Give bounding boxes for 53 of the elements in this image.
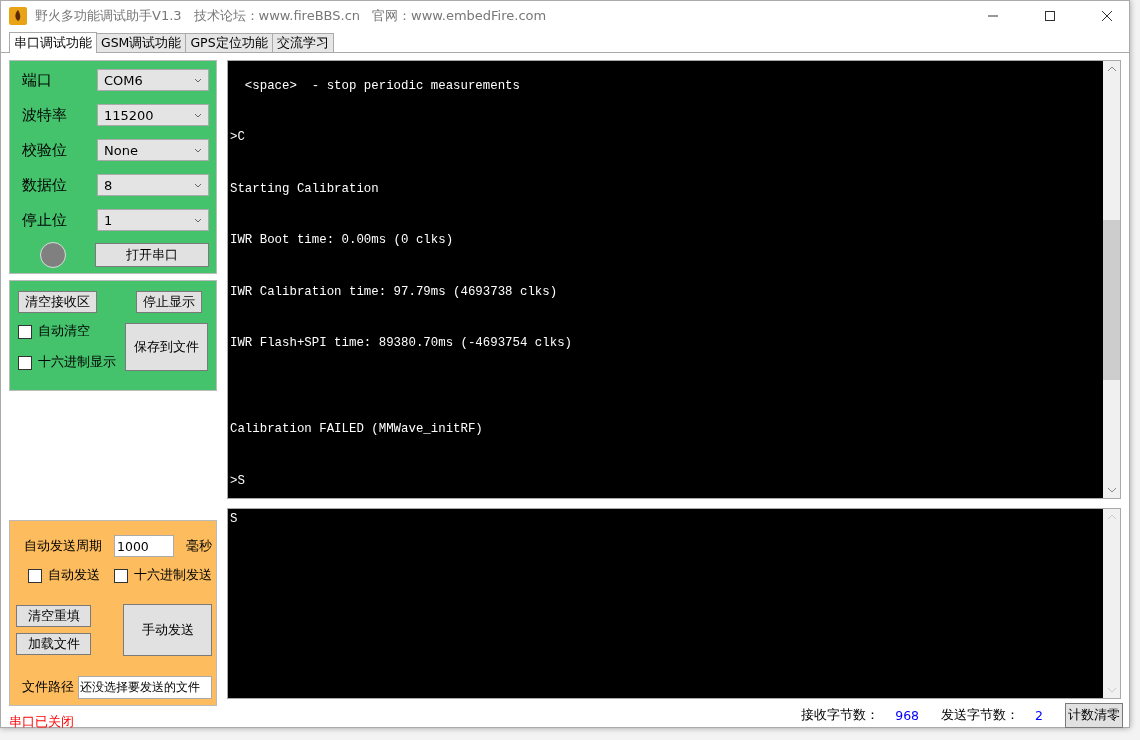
checkbox-label: 十六进制发送 [134,567,212,584]
save-to-file-button[interactable]: 保存到文件 [125,323,208,371]
stop-display-button[interactable]: 停止显示 [136,291,202,313]
flame-logo-icon [9,7,27,25]
caret-icon [194,182,202,188]
checkbox-label: 自动发送 [48,567,100,584]
period-label: 自动发送周期 [24,537,102,555]
dropdown[interactable]: COM6 [97,69,209,91]
caret-icon [194,147,202,153]
tab[interactable]: GPS定位功能 [185,33,273,52]
checkbox[interactable] [18,324,32,339]
setting-label: 停止位 [22,210,67,230]
file-path-field[interactable]: 还没选择要发送的文件 [78,676,212,699]
scroll-down-icon[interactable] [1106,486,1117,494]
clear-refill-button[interactable]: 清空重填 [16,605,91,627]
port-status: 串口已关闭 [9,714,75,731]
checkbox[interactable] [114,568,128,583]
unit-label: 毫秒 [186,537,212,555]
maximize-icon [1043,10,1056,22]
open-port-button[interactable]: 打开串口 [95,243,209,267]
load-file-button[interactable]: 加载文件 [16,633,91,655]
tab[interactable]: 交流学习 [271,33,334,52]
checkbox-label: 自动清空 [38,323,90,340]
setting-label: 数据位 [22,175,67,195]
dropdown[interactable]: 8 [97,174,209,196]
counter-label: 发送字节数： [941,706,1020,724]
checkbox-label: 十六进制显示 [38,354,116,371]
close-icon [1100,10,1113,22]
reset-count-button[interactable]: 计数清零 [1065,702,1123,728]
caret-icon [194,217,202,223]
checkbox[interactable] [28,568,42,583]
counter-value: 968 [895,707,920,723]
caret-icon [194,112,202,118]
send-button[interactable]: 手动发送 [123,604,212,656]
caret-icon [194,77,202,83]
window-title: 野火多功能调试助手V1.3 [35,7,182,25]
dropdown[interactable]: 115200 [97,104,209,126]
path-label: 文件路径 [22,679,74,696]
dropdown[interactable]: 1 [97,209,209,231]
counter-value: 2 [1035,707,1043,723]
scrollbar[interactable] [1103,61,1120,498]
tab[interactable]: GSM调试功能 [96,33,187,52]
checkbox[interactable] [18,355,32,370]
tab[interactable]: 串口调试功能 [9,32,97,53]
setting-label: 校验位 [22,140,67,160]
scroll-up-icon[interactable] [1106,65,1117,73]
dropdown[interactable]: None [97,139,209,161]
clear-receive-button[interactable]: 清空接收区 [18,291,97,313]
setting-label: 端口 [22,70,52,90]
counter-label: 接收字节数： [801,706,880,724]
setting-label: 波特率 [22,105,67,125]
receive-console: <space> - stop periodic measurements >C Starting Calibration IWR Boot time: 0.00ms (0 clks) IWR Calibration time: 97.79ms (4693738 clks) IWR Flash+SPI time: 89380.70ms (-4693754 clks) Calibration FAILED (MMWave_initRF) >S [229,78,574,490]
period-field[interactable]: 1000 [114,535,174,557]
